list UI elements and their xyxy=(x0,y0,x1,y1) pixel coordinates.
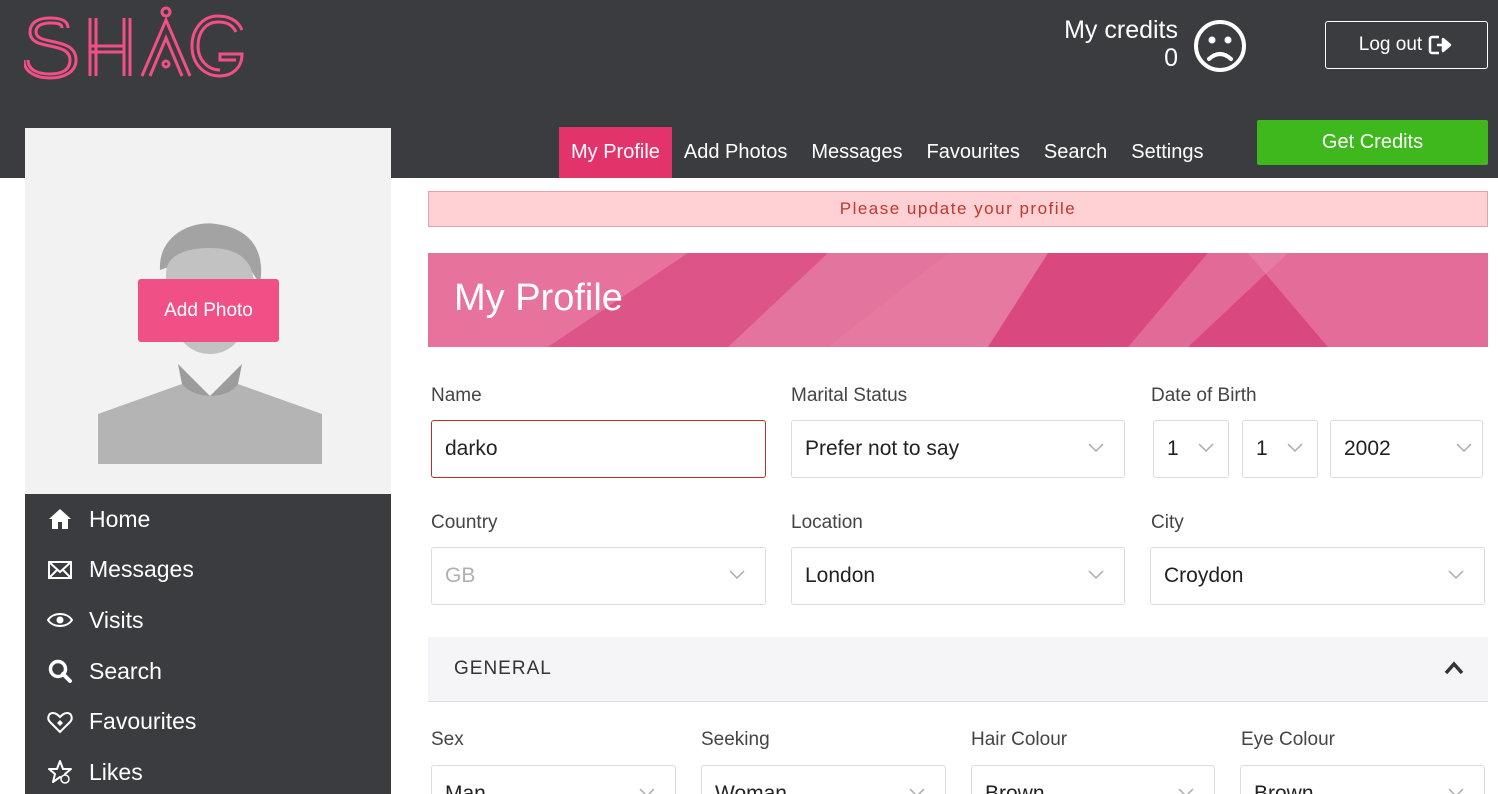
eye-colour-label: Eye Colour xyxy=(1241,729,1335,750)
update-profile-alert: Please update your profile xyxy=(428,191,1488,227)
marital-status-label: Marital Status xyxy=(791,385,908,406)
page-title: My Profile xyxy=(454,277,623,319)
chevron-down-icon xyxy=(1198,443,1214,453)
sidebar-item-favourites[interactable]: Favourites xyxy=(25,696,391,747)
hair-colour-value: Brown xyxy=(985,782,1045,794)
chevron-down-icon xyxy=(1178,788,1194,794)
credits-value: 0 xyxy=(1164,44,1178,72)
chevron-down-icon xyxy=(1448,570,1464,580)
country-select[interactable]: GB xyxy=(431,547,766,605)
dob-day-value: 1 xyxy=(1167,437,1179,460)
sign-out-icon xyxy=(1428,35,1452,55)
sidebar-item-label: Home xyxy=(89,505,151,532)
marital-status-value: Prefer not to say xyxy=(805,437,960,460)
dob-year-select[interactable]: 2002 xyxy=(1330,420,1483,478)
chevron-down-icon xyxy=(1287,443,1303,453)
dob-label: Date of Birth xyxy=(1151,385,1257,406)
tab-add-photos[interactable]: Add Photos xyxy=(672,127,799,178)
envelope-icon xyxy=(48,560,72,579)
name-input[interactable]: darko xyxy=(431,420,766,478)
star-icon xyxy=(48,760,72,785)
chevron-down-icon xyxy=(1088,570,1104,580)
tab-my-profile[interactable]: My Profile xyxy=(559,127,672,178)
dob-year-value: 2002 xyxy=(1344,437,1391,460)
sidebar-menu: Home Messages Visits Search Favourites L… xyxy=(25,494,391,794)
sidebar-item-label: Likes xyxy=(89,758,143,785)
sex-label: Sex xyxy=(431,729,464,750)
logout-label: Log out xyxy=(1358,34,1423,55)
sex-select[interactable]: Man xyxy=(431,765,676,794)
sad-face-icon xyxy=(1194,20,1246,72)
tab-search[interactable]: Search xyxy=(1032,127,1119,178)
marital-status-select[interactable]: Prefer not to say xyxy=(791,420,1125,478)
eye-icon xyxy=(47,613,73,628)
logout-button[interactable]: Log out xyxy=(1325,21,1488,69)
home-icon xyxy=(49,509,71,530)
chevron-down-icon xyxy=(1456,443,1472,453)
chevron-down-icon xyxy=(1448,788,1464,794)
eye-colour-value: Brown xyxy=(1254,782,1314,794)
chevron-down-icon xyxy=(909,788,925,794)
sidebar-item-label: Visits xyxy=(89,606,144,633)
seeking-select[interactable]: Woman xyxy=(701,765,946,794)
country-label: Country xyxy=(431,512,498,533)
dob-month-select[interactable]: 1 xyxy=(1242,420,1318,478)
profile-banner: My Profile xyxy=(428,253,1488,347)
location-select[interactable]: London xyxy=(791,547,1125,605)
chevron-up-icon xyxy=(1444,661,1464,675)
city-value: Croydon xyxy=(1164,564,1244,587)
tab-messages[interactable]: Messages xyxy=(799,127,914,178)
city-label: City xyxy=(1151,512,1184,533)
sidebar-item-label: Favourites xyxy=(89,708,197,735)
seeking-label: Seeking xyxy=(701,729,770,750)
eye-colour-select[interactable]: Brown xyxy=(1240,765,1485,794)
shag-logo[interactable] xyxy=(24,6,248,80)
city-select[interactable]: Croydon xyxy=(1150,547,1485,605)
general-section-title: GENERAL xyxy=(454,658,552,679)
location-value: London xyxy=(805,564,876,587)
hair-colour-label: Hair Colour xyxy=(971,729,1068,750)
sidebar-item-label: Messages xyxy=(89,556,194,583)
name-label: Name xyxy=(431,385,482,406)
chevron-down-icon xyxy=(729,570,745,580)
dob-month-value: 1 xyxy=(1256,437,1268,460)
dob-day-select[interactable]: 1 xyxy=(1153,420,1229,478)
location-label: Location xyxy=(791,512,863,533)
top-navigation: My Profile Add Photos Messages Favourite… xyxy=(559,127,1216,178)
sidebar-item-home[interactable]: Home xyxy=(25,494,391,545)
seeking-value: Woman xyxy=(715,782,787,794)
sidebar-item-messages[interactable]: Messages xyxy=(25,545,391,596)
tab-favourites[interactable]: Favourites xyxy=(914,127,1031,178)
search-icon xyxy=(48,659,72,684)
credits-display: My credits 0 xyxy=(1064,16,1178,72)
profile-photo-panel: Add Photo xyxy=(25,128,391,494)
credits-label: My credits xyxy=(1064,16,1178,44)
sex-value: Man xyxy=(445,782,486,794)
country-value: GB xyxy=(445,564,476,587)
add-photo-button[interactable]: Add Photo xyxy=(138,279,279,342)
sidebar-item-visits[interactable]: Visits xyxy=(25,595,391,646)
hair-colour-select[interactable]: Brown xyxy=(971,765,1215,794)
get-credits-button[interactable]: Get Credits xyxy=(1257,120,1488,165)
sidebar-item-search[interactable]: Search xyxy=(25,646,391,697)
sidebar-item-likes[interactable]: Likes xyxy=(25,747,391,794)
general-section-header[interactable]: GENERAL xyxy=(428,637,1488,702)
chevron-down-icon xyxy=(639,788,655,794)
tab-settings[interactable]: Settings xyxy=(1119,127,1215,178)
heart-icon xyxy=(47,711,73,734)
sidebar-item-label: Search xyxy=(89,657,162,684)
chevron-down-icon xyxy=(1088,443,1104,453)
